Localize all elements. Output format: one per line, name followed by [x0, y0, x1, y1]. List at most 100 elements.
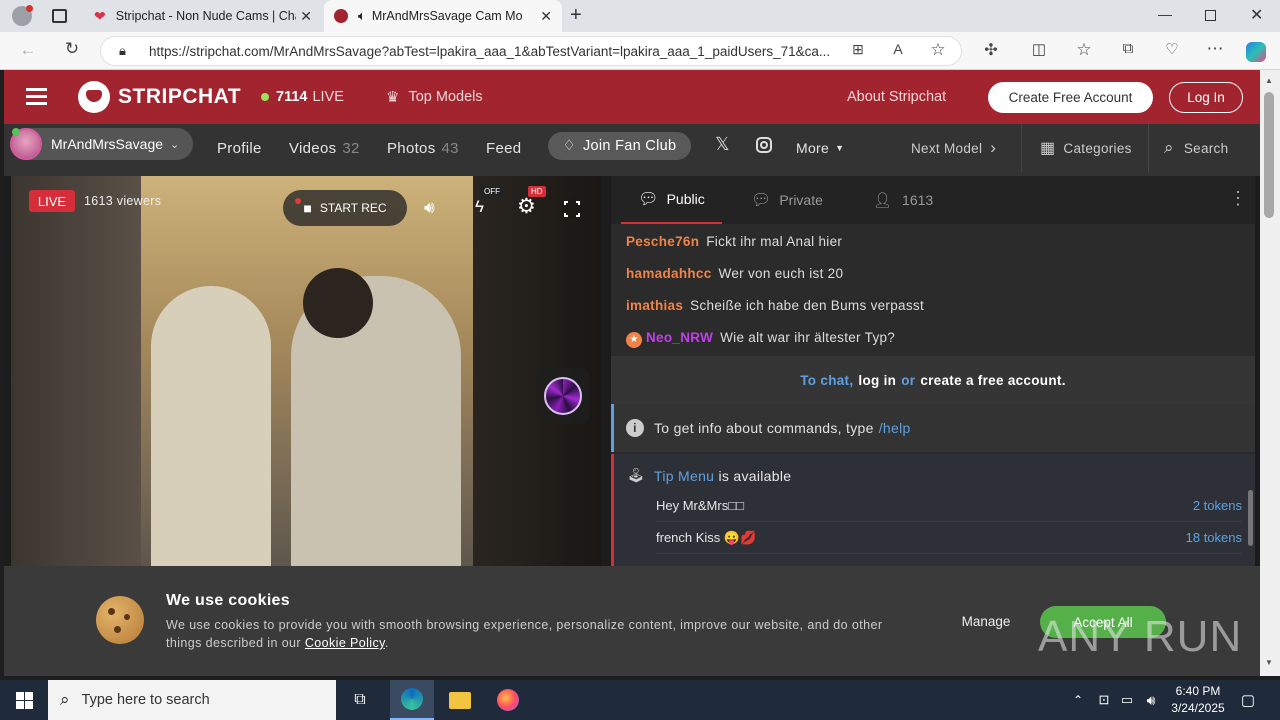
- model-name: MrAndMrsSavage: [51, 136, 164, 152]
- live-count-number: 7114: [276, 89, 308, 105]
- help-command[interactable]: /help: [879, 420, 911, 436]
- tab-public[interactable]: 💬︎ Public: [621, 176, 722, 224]
- back-icon[interactable]: ←: [16, 40, 40, 60]
- file-explorer-icon[interactable]: [438, 680, 482, 720]
- login-prompt: To chat, log in or create a free account…: [611, 356, 1255, 404]
- create-account-button[interactable]: Create Free Account: [988, 82, 1153, 113]
- split-screen-icon[interactable]: ◫: [1027, 40, 1051, 58]
- tip-menu-suffix: is available: [718, 468, 792, 484]
- video-player[interactable]: LIVE 1613 viewers ■ START REC 🔊︎ OFF ϟ H…: [11, 176, 601, 576]
- join-fan-club-button[interactable]: ♢ Join Fan Club: [548, 132, 691, 160]
- url-field[interactable]: 🔒︎ https://stripchat.com/MrAndMrsSavage?…: [100, 36, 962, 66]
- next-model-button[interactable]: Next Model ›: [911, 124, 996, 172]
- fullscreen-icon-mask: [562, 205, 582, 213]
- restore-icon[interactable]: [1205, 10, 1216, 21]
- cookie-title: We use cookies: [166, 592, 290, 609]
- extensions-icon[interactable]: ✣: [979, 40, 1003, 60]
- settings-more-icon[interactable]: ⋯: [1203, 39, 1227, 59]
- chat-nick[interactable]: hamadahhcc: [626, 266, 712, 281]
- top-models-link[interactable]: ♛ Top Models: [386, 70, 483, 124]
- login-link[interactable]: log in: [858, 373, 896, 388]
- network-icon[interactable]: ⊡: [1094, 680, 1114, 720]
- scroll-up-icon[interactable]: ▲: [1265, 76, 1273, 85]
- tip-item-name: french Kiss 😛💋: [656, 529, 757, 545]
- scroll-thumb[interactable]: [1264, 92, 1274, 218]
- favorite-star-icon[interactable]: ☆: [926, 40, 950, 60]
- favorites-icon[interactable]: ☆: [1072, 40, 1096, 60]
- volume-icon[interactable]: 🔊︎: [1140, 680, 1162, 720]
- profile-tab[interactable]: Profile: [217, 124, 262, 172]
- chat-menu-icon[interactable]: ⋮: [1229, 188, 1247, 209]
- chat-text: Wer von euch ist 20: [718, 266, 844, 281]
- edge-taskbar-icon[interactable]: [390, 680, 434, 720]
- start-rec-button[interactable]: ■ START REC: [283, 190, 407, 226]
- chat-scrollbar[interactable]: [1248, 490, 1253, 546]
- task-view-icon[interactable]: ⧉: [340, 680, 380, 720]
- new-tab-icon[interactable]: +: [570, 4, 582, 27]
- tip-menu-item[interactable]: french Kiss 😛💋 18 tokens: [656, 522, 1242, 554]
- videos-tab[interactable]: Videos 32: [289, 124, 360, 172]
- live-count[interactable]: 7114 LIVE: [276, 70, 344, 124]
- joystick-icon: 🕹︎: [627, 467, 645, 483]
- apps-icon[interactable]: ⊞: [846, 41, 870, 58]
- tab-users[interactable]: 👤︎ 1613: [873, 176, 953, 224]
- tab-actions-icon[interactable]: [52, 9, 67, 23]
- categories-button[interactable]: ▦ Categories: [1040, 124, 1132, 172]
- chat-nick[interactable]: imathias: [626, 298, 683, 313]
- copilot-icon[interactable]: [1246, 42, 1266, 62]
- stripchat-logo-icon[interactable]: [78, 81, 110, 113]
- more-menu[interactable]: More ▼: [796, 124, 844, 172]
- top-models-label: Top Models: [408, 89, 483, 105]
- tip-menu-link[interactable]: Tip Menu: [654, 468, 714, 484]
- feed-tab[interactable]: Feed: [486, 124, 521, 172]
- chevron-down-icon: ⌄: [170, 138, 180, 151]
- tip-item-price: 18 tokens: [1185, 530, 1242, 545]
- divider: [1021, 124, 1022, 172]
- start-button[interactable]: [0, 680, 48, 720]
- chat-text: Fickt ihr mal Anal hier: [706, 234, 843, 249]
- page-scrollbar[interactable]: ▲ ▼: [1260, 70, 1280, 676]
- close-window-icon[interactable]: ✕: [1250, 5, 1263, 25]
- login-button[interactable]: Log In: [1169, 82, 1243, 113]
- to-chat-text: To chat,: [800, 372, 854, 388]
- speaker-icon[interactable]: 🔈︎: [358, 8, 366, 24]
- tab-public-label: Public: [666, 191, 705, 207]
- instagram-icon[interactable]: [756, 137, 772, 153]
- manage-cookies-button[interactable]: Manage: [948, 608, 1024, 634]
- taskbar-search[interactable]: ⌕ Type here to search: [48, 680, 336, 720]
- photos-tab[interactable]: Photos 43: [387, 124, 459, 172]
- chat-bubble-icon: 💬︎: [638, 191, 659, 208]
- stripchat-favicon-icon: [334, 9, 348, 23]
- tab-private[interactable]: 💬︎ Private: [751, 176, 831, 224]
- volume-icon[interactable]: 🔊︎: [424, 198, 435, 218]
- create-account-link[interactable]: create a free account: [920, 373, 1061, 388]
- hamburger-menu-icon[interactable]: [26, 88, 47, 105]
- cookie-policy-link[interactable]: Cookie Policy: [305, 636, 385, 650]
- tab-stripchat-home[interactable]: ❤ Stripchat - Non Nude Cams | Cha ✕: [84, 0, 322, 32]
- refresh-icon[interactable]: ↻: [60, 39, 84, 59]
- tab-model-cam[interactable]: 🔈︎ MrAndMrsSavage Cam Mod ✕: [324, 0, 562, 32]
- browser-essentials-icon[interactable]: ♡: [1160, 40, 1184, 58]
- display-icon[interactable]: ▭: [1117, 680, 1137, 720]
- search-button[interactable]: ⌕ Search: [1164, 124, 1228, 172]
- notifications-icon[interactable]: ▢: [1236, 680, 1260, 720]
- close-tab-icon[interactable]: ✕: [540, 8, 552, 25]
- chat-nick[interactable]: Pesche76n: [626, 234, 699, 249]
- close-tab-icon[interactable]: ✕: [300, 8, 312, 25]
- about-link[interactable]: About Stripchat: [847, 70, 946, 124]
- lightning-icon[interactable]: ϟ: [475, 197, 484, 217]
- lovense-wheel-icon[interactable]: [537, 368, 589, 424]
- scroll-down-icon[interactable]: ▼: [1265, 658, 1273, 667]
- logo-text[interactable]: STRIPCHAT: [118, 85, 241, 109]
- x-social-icon[interactable]: 𝕏: [715, 134, 730, 155]
- tip-menu-item[interactable]: Hey Mr&Mrs□□ 2 tokens: [656, 490, 1242, 522]
- gear-icon[interactable]: ⚙: [517, 194, 536, 219]
- chevron-up-icon[interactable]: ⌃: [1068, 680, 1088, 720]
- clock[interactable]: 6:40 PM 3/24/2025: [1166, 683, 1230, 717]
- model-selector[interactable]: MrAndMrsSavage ⌄: [10, 128, 193, 160]
- firefox-icon[interactable]: [486, 680, 530, 720]
- collections-icon[interactable]: ⧉: [1116, 40, 1140, 57]
- read-aloud-icon[interactable]: A: [886, 41, 910, 57]
- chat-nick[interactable]: Neo_NRW: [646, 330, 713, 345]
- minimize-icon[interactable]: —: [1158, 6, 1172, 22]
